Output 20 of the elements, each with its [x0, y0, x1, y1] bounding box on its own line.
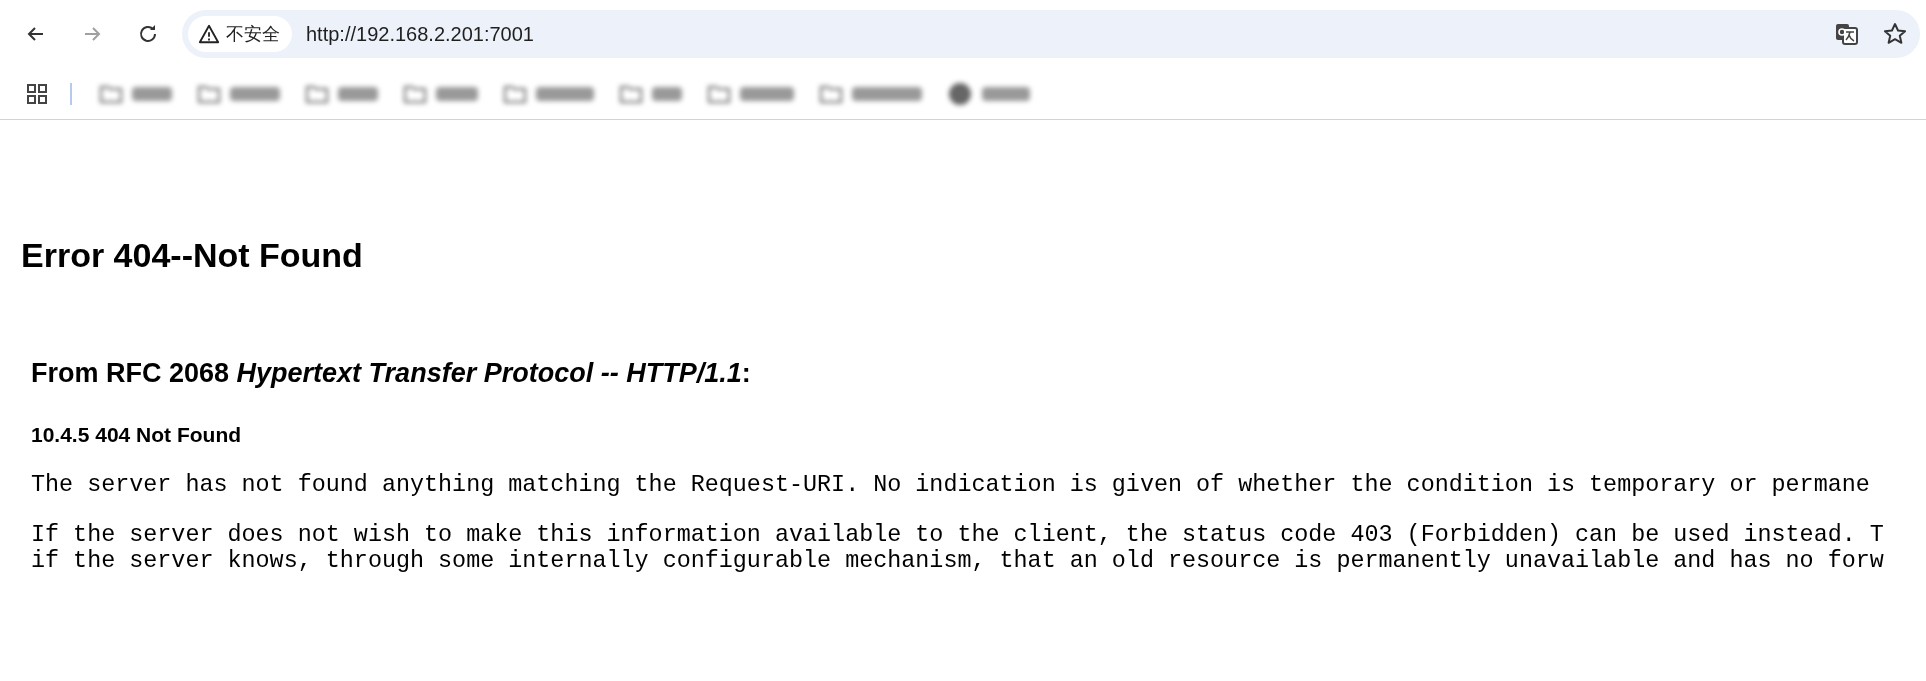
body-text-line: The server has not found anything matching the Request-URI. No indication is given of whether the condition is temporary or permane [31, 472, 1871, 498]
url-text: http://192.168.2.201:7001 [306, 22, 535, 46]
folder-icon [620, 84, 642, 104]
folder-icon [306, 84, 328, 104]
address-bar[interactable]: 不安全 http://192.168.2.201:7001 [182, 10, 1920, 58]
apps-grid-icon[interactable] [26, 83, 48, 105]
folder-icon [404, 84, 426, 104]
folder-icon [820, 84, 842, 104]
source-heading: From RFC 2068 Hypertext Transfer Protocol -- HTTP/1.1: [31, 357, 752, 389]
folder-icon [708, 84, 730, 104]
folder-icon [100, 84, 122, 104]
page-title: Error 404--Not Found [21, 235, 364, 275]
warning-icon [198, 23, 220, 45]
folder-icon [504, 84, 526, 104]
body-text-line: If the server does not wish to make this information available to the client, the status code 403 (Forbidden) can be used instead. T [31, 522, 1885, 548]
security-chip[interactable]: 不安全 [188, 16, 292, 52]
section-heading: 10.4.5 404 Not Found [31, 422, 243, 448]
body-text-line: if the server knows, through some internally configurable mechanism, that an old resource is permanently unavailable and has no forw [31, 548, 1885, 574]
folder-icon [198, 84, 220, 104]
circle-icon [948, 82, 972, 106]
